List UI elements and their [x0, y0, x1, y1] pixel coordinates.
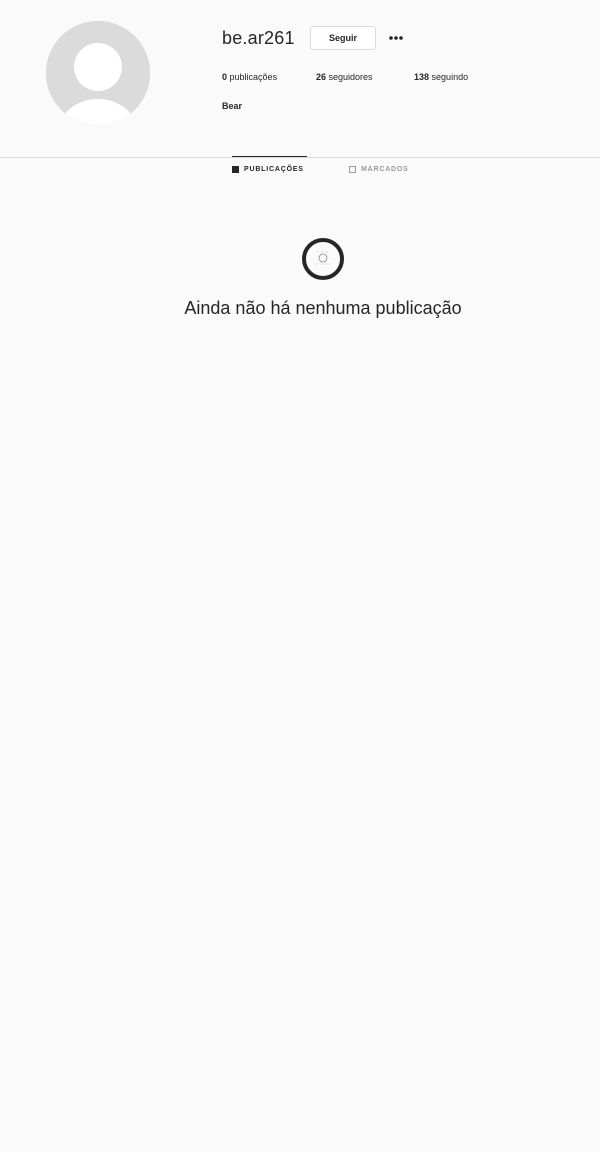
grid-icon: [232, 166, 239, 173]
tagged-icon: [349, 165, 356, 173]
profile-page: be.ar261 Seguir 0 publicações 26 seguido…: [0, 0, 600, 1152]
tab-posts-label: PUBLICAÇÕES: [244, 166, 304, 173]
following-count: 138: [414, 72, 430, 82]
stat-followers[interactable]: 26 seguidores: [316, 72, 373, 82]
tab-posts[interactable]: PUBLICAÇÕES: [232, 156, 307, 180]
profile-full-name: Bear: [222, 101, 243, 111]
tab-tagged[interactable]: MARCADOS: [349, 157, 409, 181]
profile-username: be.ar261: [222, 28, 295, 48]
more-options-button[interactable]: [386, 28, 406, 48]
stat-following[interactable]: 138 seguindo: [414, 72, 468, 82]
camera-icon: [301, 237, 345, 281]
avatar[interactable]: [46, 21, 150, 125]
follow-button[interactable]: Seguir: [310, 26, 376, 50]
posts-count: 0: [222, 72, 228, 82]
followers-label: seguidores: [328, 72, 373, 82]
stat-posts: 0 publicações: [222, 72, 277, 82]
followers-count: 26: [316, 72, 327, 82]
posts-label: publicações: [229, 72, 278, 82]
following-label: seguindo: [431, 72, 469, 82]
default-avatar-icon: [46, 21, 150, 125]
more-options-icon: [389, 36, 403, 40]
tab-tagged-label: MARCADOS: [361, 165, 409, 173]
empty-state-message: Ainda não há nenhuma publicação: [184, 298, 462, 318]
